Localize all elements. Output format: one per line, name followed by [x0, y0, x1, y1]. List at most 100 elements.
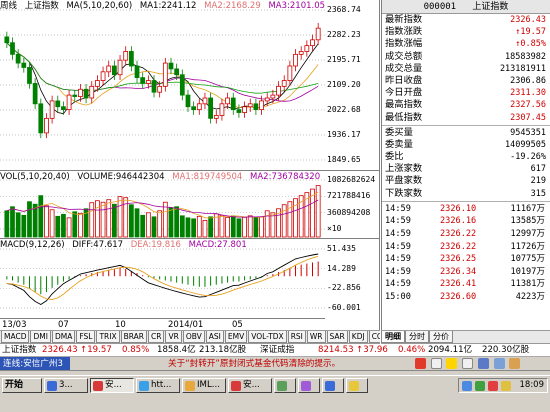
tick-row: 15:00 2326.60 4223万 — [382, 291, 550, 304]
quote-row-value: 9545351 — [510, 127, 546, 138]
index2-change: ↑37.96 — [356, 345, 388, 355]
volume-bar — [100, 201, 106, 238]
clock[interactable]: 18:09 — [520, 379, 545, 392]
order-rows: 委买量 9545351 委卖量 14099505 委比 -19.26% 上涨家数 617 平盘家… — [382, 127, 550, 200]
tick-time: 14:59 — [385, 216, 411, 227]
index2-amount: 220.30亿股 — [482, 345, 530, 355]
task-button-7[interactable] — [298, 378, 320, 393]
candle-body — [21, 62, 27, 68]
task-button-9[interactable] — [346, 378, 368, 393]
ie-icon — [139, 381, 149, 391]
indicator-tab[interactable]: MACD — [1, 331, 30, 343]
volume-bar — [61, 213, 66, 238]
start-button[interactable]: 开始 — [2, 378, 42, 393]
indicator-tab[interactable]: VR — [165, 331, 182, 343]
candle-body — [162, 62, 168, 87]
quote-row: 最低指数 2307.45 — [382, 112, 550, 124]
task-button-6[interactable] — [274, 378, 296, 393]
macd-line — [6, 253, 319, 306]
candle-body — [38, 103, 44, 134]
keyboard-icon[interactable] — [477, 358, 489, 369]
panel-tab[interactable]: 分价 — [429, 331, 453, 343]
volume-bar — [174, 206, 180, 238]
index1-pct: 0.85% — [122, 345, 150, 355]
quote-row-value: 2306.86 — [510, 75, 546, 86]
quote-row-value: -19.26% — [510, 152, 546, 163]
volume-pane[interactable]: VOL(5,10,20,40) VOLUME:946442304 MA1:819… — [0, 170, 380, 238]
volume-bar — [179, 215, 185, 238]
candle-body — [293, 53, 298, 67]
tick-time: 14:59 — [385, 229, 411, 239]
indicator-tab[interactable]: DMI — [30, 331, 51, 343]
task-button-4[interactable]: IML... — [182, 378, 226, 393]
network-icon[interactable] — [475, 381, 485, 391]
volume-bar — [157, 210, 163, 238]
task-button-1[interactable]: 3... — [44, 378, 88, 393]
panel-tab[interactable]: 分时 — [405, 331, 429, 343]
indicator-tab[interactable]: CCI — [368, 331, 380, 343]
volume-bar — [106, 199, 112, 238]
scrolling-notice[interactable]: 关于“封转开”原封闭式基金代码清除的提示。 — [168, 357, 340, 370]
candle-body — [259, 100, 264, 111]
volume-bar — [95, 200, 100, 238]
pinyin-icon[interactable] — [430, 358, 442, 369]
volume-bar — [38, 195, 44, 238]
tick-vol: 10197万 — [510, 266, 545, 277]
volume-bar — [230, 215, 236, 238]
index-strip[interactable]: 上证指数 2326.43 ↑19.57 0.85% 1858.4亿 213.18… — [0, 344, 550, 357]
quote-row-label: 今日开盘 — [385, 87, 423, 99]
volume-icon[interactable] — [462, 381, 472, 391]
volume-bar — [4, 210, 10, 238]
user-icon[interactable] — [493, 358, 505, 369]
indicator-tab[interactable]: DMA — [51, 331, 76, 343]
candle-body — [168, 62, 174, 70]
indicator-tab[interactable]: SAR — [326, 331, 348, 343]
price-pane[interactable]: 周线 上证指数 MA(5,10,20,60) MA1:2241.12 MA2:2… — [0, 0, 380, 170]
candle-body — [117, 59, 123, 76]
indicator-tab[interactable]: FSL — [76, 331, 96, 343]
indicator-tab[interactable]: TRIX — [96, 331, 120, 343]
indicator-tab[interactable]: KDJ — [348, 331, 368, 343]
candle-body — [202, 97, 208, 105]
volume-bar — [21, 214, 27, 238]
volume-bar — [247, 215, 253, 238]
candle-body — [145, 80, 151, 84]
indicator-tab[interactable]: OBV — [182, 331, 205, 343]
system-tray: 18:09 — [458, 378, 548, 393]
volume-bar — [270, 212, 276, 238]
indicator-tab[interactable]: VOL-TDX — [248, 331, 287, 343]
chart-area[interactable]: 周线 上证指数 MA(5,10,20,60) MA1:2241.12 MA2:2… — [0, 0, 380, 330]
indicator-tab[interactable]: CR — [148, 331, 165, 343]
macd-pane-header: MACD(9,12,26) DIFF:47.617 DEA:19.816 MAC… — [0, 239, 252, 251]
quote-row-label: 成交总量 — [385, 62, 423, 74]
ime-icon[interactable] — [501, 381, 511, 391]
sogou-icon[interactable] — [415, 358, 426, 369]
candle-body — [128, 51, 134, 67]
candle-body — [95, 80, 100, 87]
y-tick-label: 2282.23 — [327, 30, 361, 39]
volume-bar — [15, 212, 21, 238]
indicator-tab[interactable]: ASI — [205, 331, 224, 343]
candle-body — [27, 67, 32, 84]
task-button-3[interactable]: htt... — [136, 378, 180, 393]
indicator-tab[interactable]: WR — [306, 331, 326, 343]
candle-body — [219, 103, 225, 116]
candle-body — [83, 88, 89, 99]
task-button-2[interactable]: 安... — [90, 378, 134, 393]
quote-row: 指数涨幅 ↑0.85% — [382, 38, 550, 50]
punct-icon[interactable] — [462, 358, 474, 369]
task-button-8[interactable] — [322, 378, 344, 393]
indicator-tab[interactable]: BRAR — [120, 331, 148, 343]
panel-tab[interactable]: 明细 — [381, 331, 405, 343]
indicator-tab[interactable]: RSI — [287, 331, 306, 343]
volume-bar — [196, 215, 202, 238]
moon-icon[interactable] — [446, 358, 458, 369]
indicator-tab[interactable]: EMV — [224, 331, 248, 343]
macd-pane[interactable]: MACD(9,12,26) DIFF:47.617 DEA:19.816 MAC… — [0, 238, 380, 318]
index2-volume: 2094.11亿 — [428, 345, 473, 355]
antivirus-icon[interactable] — [488, 381, 498, 391]
tool-icon[interactable] — [509, 358, 521, 369]
candle-body — [304, 45, 310, 52]
task-button-5[interactable]: 安... — [228, 378, 272, 393]
tick-price: 2326.25 — [440, 254, 477, 265]
